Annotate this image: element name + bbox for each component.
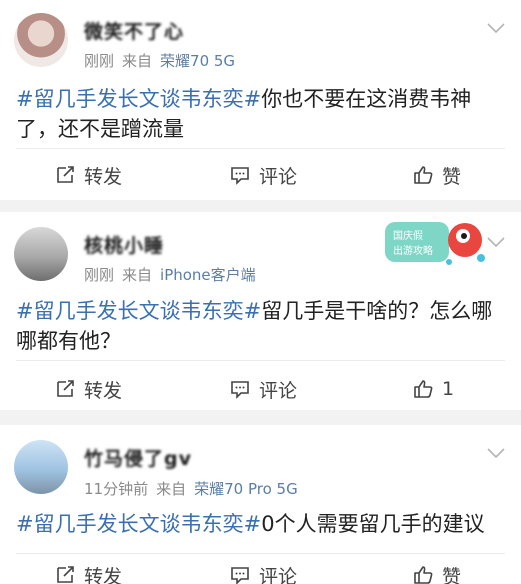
repost-label: 转发 [84,565,123,584]
repost-icon [57,566,74,583]
comment-card: 微笑不了心 刚刚 来自 荣耀70 5G #留几手发长文谈韦东奕#你也不要在这消费韦神… [0,0,521,200]
divider [16,360,505,361]
repost-button[interactable]: 转发 [54,369,122,409]
repost-label: 转发 [84,379,123,402]
comment-icon [231,567,249,584]
comment-label: 评论 [259,565,298,584]
hashtag-link[interactable]: #留几手发长文谈韦东奕# [16,512,261,536]
username[interactable]: 核桃小睡 [84,231,164,258]
like-button[interactable]: 1 [412,369,454,409]
post-meta: 11分钟前 来自 荣耀70 Pro 5G [84,478,298,499]
comment-card: 竹马侵了gv 11分钟前 来自 荣耀70 Pro 5G #留几手发长文谈韦东奕#0个… [0,425,521,584]
comment-label: 评论 [259,165,298,188]
chevron-down-icon[interactable] [487,236,505,248]
hashtag-link[interactable]: #留几手发长文谈韦东奕# [16,87,261,111]
post-time: 刚刚 [84,266,115,284]
source-prefix: 来自 [122,266,153,284]
action-bar: 转发 评论 1 [0,369,521,409]
like-icon [414,166,433,184]
device-source[interactable]: iPhone客户端 [160,266,256,284]
post-time: 11分钟前 [84,480,149,498]
chevron-down-icon[interactable] [487,22,505,34]
avatar[interactable] [14,440,68,494]
like-label: 赞 [442,565,462,584]
username[interactable]: 微笑不了心 [84,17,184,44]
repost-button[interactable]: 转发 [54,555,122,584]
comment-icon [231,167,249,185]
post-time: 刚刚 [84,52,115,70]
comment-card: 核桃小睡 刚刚 来自 iPhone客户端 国庆假 出游攻略 #留几手发长文谈韦东奕#… [0,212,521,410]
post-body: 0个人需要留几手的建议 [261,512,485,536]
post-text: #留几手发长文谈韦东奕#留几手是干啥的？怎么哪哪都有他？ [16,296,508,356]
device-source[interactable]: 荣耀70 5G [160,52,235,70]
like-label: 赞 [442,165,462,188]
username[interactable]: 竹马侵了gv [84,444,192,471]
like-icon [414,566,433,584]
weibo-comment-feed: 微笑不了心 刚刚 来自 荣耀70 5G #留几手发长文谈韦东奕#你也不要在这消费韦神… [0,0,521,584]
post-meta: 刚刚 来自 荣耀70 5G [84,50,235,71]
action-bar: 转发 评论 赞 [0,555,521,584]
repost-label: 转发 [84,165,123,188]
like-count: 1 [442,378,455,400]
divider [16,148,505,149]
source-prefix: 来自 [156,480,187,498]
post-text: #留几手发长文谈韦东奕#你也不要在这消费韦神了，还不是蹭流量 [16,84,508,144]
chevron-down-icon[interactable] [487,447,505,459]
repost-icon [57,380,74,397]
like-button[interactable]: 赞 [412,155,461,195]
repost-icon [57,166,74,183]
like-button[interactable]: 赞 [412,555,461,584]
comment-button[interactable]: 评论 [229,369,297,409]
divider [16,553,505,554]
holiday-badge[interactable]: 国庆假 出游攻略 [383,214,489,270]
device-source[interactable]: 荣耀70 Pro 5G [194,480,298,498]
comment-button[interactable]: 评论 [229,555,297,584]
post-meta: 刚刚 来自 iPhone客户端 [84,264,256,285]
avatar[interactable] [14,227,68,281]
badge-line2: 出游攻略 [393,244,433,257]
comment-label: 评论 [259,379,298,402]
hashtag-link[interactable]: #留几手发长文谈韦东奕# [16,299,261,323]
action-bar: 转发 评论 赞 [0,155,521,195]
repost-button[interactable]: 转发 [54,155,122,195]
like-icon [414,380,433,398]
badge-line1: 国庆假 [393,229,423,242]
source-prefix: 来自 [122,52,153,70]
avatar[interactable] [14,13,68,67]
comment-icon [231,381,249,399]
post-text: #留几手发长文谈韦东奕#0个人需要留几手的建议 [16,509,508,539]
comment-button[interactable]: 评论 [229,155,297,195]
